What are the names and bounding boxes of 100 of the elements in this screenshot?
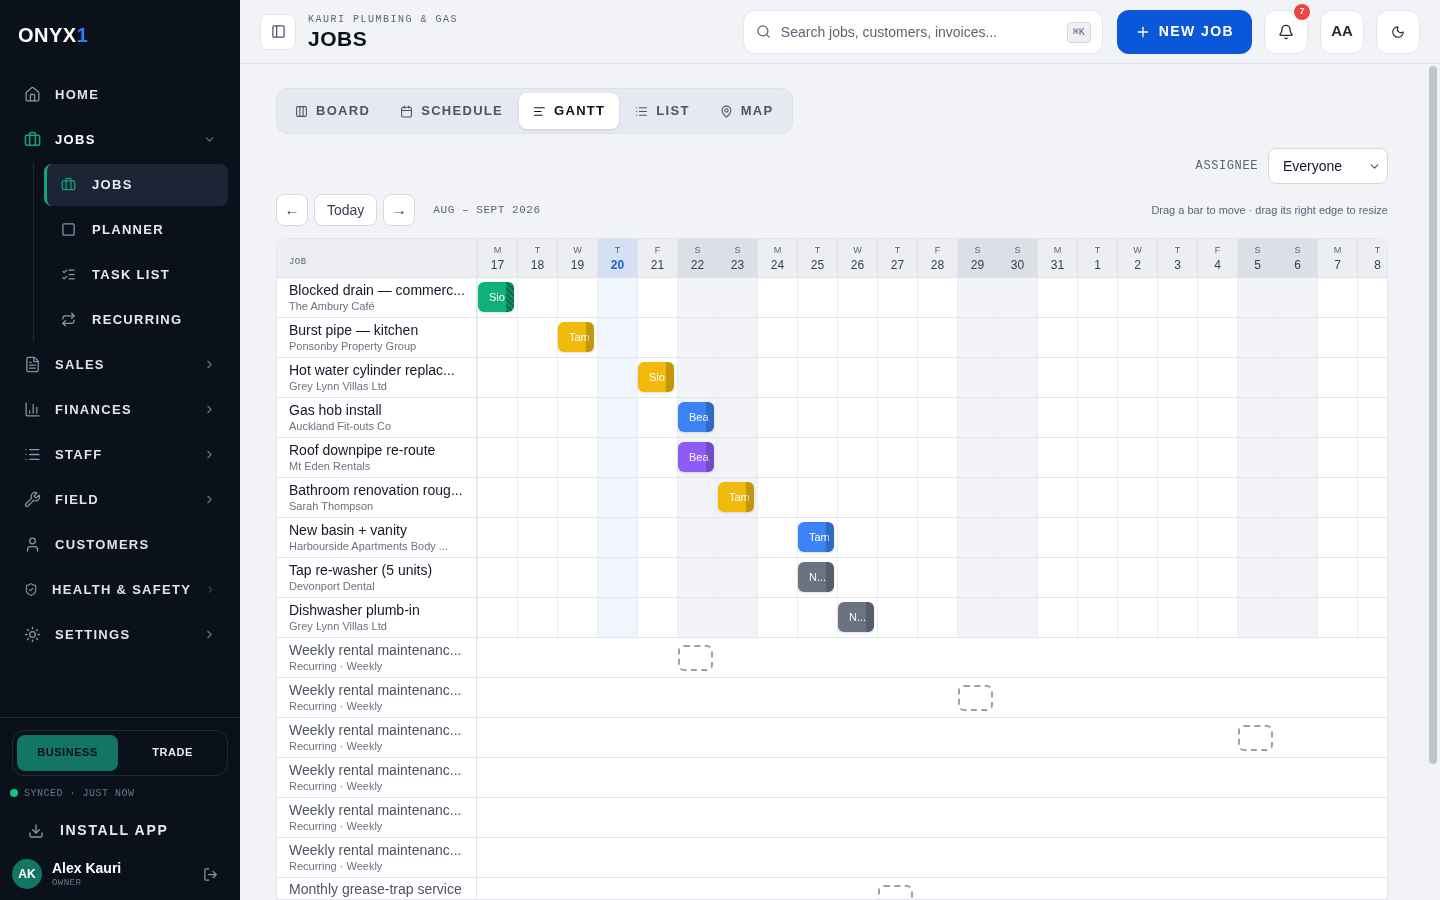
date-range: AUG – SEPT 2026 [433, 202, 541, 218]
placeholder-bar[interactable] [958, 685, 993, 711]
day-header: S 30 [997, 239, 1037, 277]
day-header: M 31 [1037, 239, 1077, 277]
today-button[interactable]: Today [314, 194, 378, 226]
job-customer: Recurring · Weekly [289, 699, 384, 714]
placeholder-bar[interactable] [1238, 725, 1273, 751]
nav-item[interactable]: HEALTH & SAFETY [12, 567, 228, 612]
nav-icon [61, 177, 76, 192]
job-customer: Grey Lynn Villas Ltd [289, 619, 388, 634]
view-tab[interactable]: MAP [705, 93, 788, 129]
day-header: S 22 [677, 239, 717, 277]
assignee-label: ASSIGNEE [1195, 158, 1258, 175]
notifications-button[interactable] [1264, 9, 1308, 54]
download-icon [28, 822, 44, 839]
gantt-bar[interactable]: N... [838, 602, 874, 632]
nav-item[interactable]: CUSTOMERS [12, 522, 228, 567]
day-header: M 17 [477, 239, 517, 277]
day-header: M 24 [757, 239, 797, 277]
previous-button[interactable]: ← [276, 194, 308, 226]
bell-icon [1278, 23, 1294, 40]
view-tab[interactable]: SCHEDULE [386, 93, 518, 129]
sync-status: SYNCED · JUST NOW [24, 786, 135, 801]
job-title: Weekly rental maintenanc... [289, 641, 463, 659]
user-avatar: AK [12, 859, 42, 890]
view-tab[interactable]: LIST [621, 93, 704, 129]
job-title: Roof downpipe re-route [289, 441, 437, 459]
nav-subitem[interactable]: PLANNER [44, 208, 228, 251]
moon-icon [1391, 24, 1405, 39]
theme-button[interactable] [1376, 9, 1420, 54]
job-customer: Grey Lynn Villas Ltd [289, 379, 388, 394]
day-header: S 23 [717, 239, 757, 277]
tab-icon [533, 104, 547, 118]
user-name: Alex Kauri [52, 858, 123, 877]
day-header: T 18 [517, 239, 557, 277]
notification-badge: 7 [1294, 3, 1310, 20]
day-header: S 5 [1237, 239, 1277, 277]
day-header: T 20 [597, 239, 637, 277]
scrollbar[interactable] [1429, 66, 1437, 764]
job-customer: Harbourside Apartments Body ... [289, 539, 449, 554]
install-app-button[interactable]: INSTALL APP [12, 818, 228, 843]
job-customer: Recurring · Weekly [289, 819, 384, 834]
job-title: Weekly rental maintenanc... [289, 841, 463, 859]
day-header: S 6 [1277, 239, 1317, 277]
panel-icon [270, 24, 286, 39]
view-tab[interactable]: BOARD [281, 93, 385, 129]
day-header: T 25 [797, 239, 837, 277]
text-size-button[interactable]: AA [1320, 9, 1364, 54]
nav-item[interactable]: SALES [12, 342, 228, 387]
day-header: W 2 [1117, 239, 1157, 277]
nav-item[interactable]: HOME [12, 72, 228, 117]
mode-option[interactable]: TRADE [122, 734, 223, 771]
nav-icon [61, 312, 76, 327]
job-title: Monthly grease-trap service [289, 880, 463, 898]
job-customer: Mt Eden Rentals [289, 459, 372, 474]
assignee-select[interactable]: Everyone [1268, 148, 1388, 184]
job-title: Burst pipe — kitchen [289, 321, 420, 339]
tab-icon [635, 104, 649, 118]
day-header: M 7 [1317, 239, 1357, 277]
gantt-bar[interactable]: Tam [798, 522, 834, 552]
nav-subitem[interactable]: RECURRING [44, 298, 228, 341]
gantt-bar[interactable]: N... [798, 562, 834, 592]
placeholder-bar[interactable] [678, 645, 713, 671]
job-title: Gas hob install [289, 401, 383, 419]
job-title: Blocked drain — commerc... [289, 281, 466, 299]
job-title: Weekly rental maintenanc... [289, 721, 463, 739]
job-customer: Sarah Thompson [289, 499, 375, 514]
gantt-bar[interactable]: Bea [678, 402, 714, 432]
job-customer: Recurring · Weekly [289, 739, 384, 754]
day-header: W 26 [837, 239, 877, 277]
job-customer: Ponsonby Property Group [289, 339, 418, 354]
column-header: JOB [289, 257, 307, 267]
day-header: T 27 [877, 239, 917, 277]
nav-item[interactable]: FINANCES [12, 387, 228, 432]
job-title: Hot water cylinder replac... [289, 361, 456, 379]
job-title: Weekly rental maintenanc... [289, 801, 463, 819]
nav-item[interactable]: FIELD [12, 477, 228, 522]
job-title: Weekly rental maintenanc... [289, 761, 463, 779]
logout-icon[interactable] [203, 866, 218, 882]
job-title: Tap re-washer (5 units) [289, 561, 434, 579]
job-title: New basin + vanity [289, 521, 408, 539]
nav-item[interactable]: SETTINGS [12, 612, 228, 657]
nav-subitem[interactable]: TASK LIST [44, 253, 228, 296]
nav-item[interactable]: JOBS [12, 117, 228, 162]
nav-item[interactable]: STAFF [12, 432, 228, 477]
job-title: Weekly rental maintenanc... [289, 681, 463, 699]
new-job-button[interactable]: NEW JOB [1116, 9, 1252, 54]
nav-subitem[interactable]: JOBS [44, 163, 228, 206]
job-customer: The Ambury Café [289, 299, 376, 314]
company-name: KAURI PLUMBING & GAS [308, 12, 460, 27]
gantt-bar[interactable]: Bea [678, 442, 714, 472]
nav-icon [61, 222, 76, 237]
day-header: S 29 [957, 239, 997, 277]
next-button[interactable]: → [383, 194, 416, 226]
job-title: Bathroom renovation roug... [289, 481, 464, 499]
logo: ONYX1 [18, 24, 89, 46]
job-customer: Devonport Dental [289, 579, 376, 594]
job-customer: Recurring · Weekly [289, 779, 384, 794]
view-tab[interactable]: GANTT [519, 93, 620, 129]
sidebar-toggle-button[interactable] [260, 13, 296, 50]
